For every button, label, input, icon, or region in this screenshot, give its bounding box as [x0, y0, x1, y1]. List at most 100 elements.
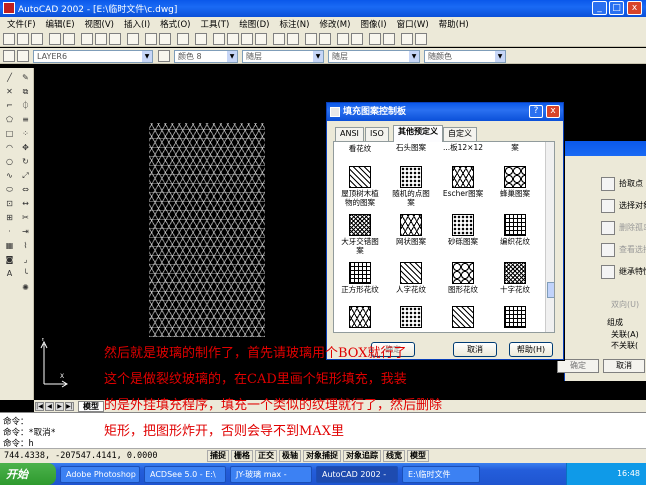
polygon-icon[interactable]: ⬠	[4, 114, 15, 125]
cut-icon[interactable]	[81, 33, 93, 45]
trim-icon[interactable]: ✂	[20, 212, 31, 223]
print-icon[interactable]	[49, 33, 61, 45]
close-button[interactable]: x	[627, 1, 642, 15]
bg-ok-button[interactable]: 确定	[557, 359, 599, 373]
plotstyle-dropdown[interactable]: 随颜色	[424, 50, 506, 63]
dialog-close-icon[interactable]: x	[546, 105, 560, 118]
dialog-help-button[interactable]: 帮助(H)	[509, 342, 553, 357]
design-center-icon[interactable]	[287, 33, 299, 45]
associative-radio[interactable]: 关联(A)	[611, 329, 639, 340]
pattern-item[interactable]: 新编花纹 石头图案	[386, 142, 436, 152]
inherit-properties-label[interactable]: 继承特性	[619, 266, 646, 277]
polyline-icon[interactable]: ⌐	[4, 100, 15, 111]
save-icon[interactable]	[31, 33, 43, 45]
task-autocad[interactable]: AutoCAD 2002 -	[316, 465, 398, 483]
polar-toggle[interactable]: 极轴	[279, 450, 301, 462]
osnap-toggle[interactable]: 对象捕捉	[303, 450, 341, 462]
pattern-item[interactable]	[386, 306, 436, 329]
snap-toggle[interactable]: 捕捉	[207, 450, 229, 462]
select-objects-icon[interactable]	[601, 199, 615, 213]
menu-tools[interactable]: 工具(T)	[195, 18, 234, 30]
menu-draw[interactable]: 绘图(D)	[234, 18, 274, 30]
menu-view[interactable]: 视图(V)	[80, 18, 119, 30]
tab-iso[interactable]: ISO	[365, 127, 389, 141]
view-selections-label[interactable]: 查看选择集	[619, 244, 646, 255]
erase-icon[interactable]: ✎	[20, 72, 31, 83]
pattern-item[interactable]: 大牙交错图 案	[335, 214, 385, 255]
task-explorer[interactable]: E:\临时文件	[402, 465, 480, 483]
menu-help[interactable]: 帮助(H)	[434, 18, 474, 30]
start-button[interactable]: 开始	[0, 463, 56, 485]
task-max[interactable]: JY-玻璃 max -	[230, 465, 312, 483]
minimize-button[interactable]: _	[592, 1, 607, 15]
inherit-properties-icon[interactable]	[601, 265, 615, 279]
layers-icon[interactable]	[415, 33, 427, 45]
pattern-item[interactable]: 看花纹	[335, 144, 385, 153]
lights-icon[interactable]	[319, 33, 331, 45]
pattern-item[interactable]: 随机的点图 案	[386, 166, 436, 207]
linetype-dropdown[interactable]: 随层	[242, 50, 324, 63]
tab-other-predefined[interactable]: 其他预定义	[393, 125, 443, 142]
rectangle-icon[interactable]: □	[4, 128, 15, 139]
menu-image[interactable]: 图像(I)	[355, 18, 391, 30]
scale-icon[interactable]: ⤢	[20, 170, 31, 181]
pattern-item[interactable]: 21×12铺木纹 ...板12×12	[438, 142, 488, 152]
fillet-icon[interactable]: ╰	[20, 268, 31, 279]
pattern-item[interactable]: 蜂巢图案	[490, 166, 540, 198]
zoom-window-icon[interactable]	[241, 33, 253, 45]
ortho-toggle[interactable]: 正交	[255, 450, 277, 462]
circle-icon[interactable]: ○	[4, 156, 15, 167]
new-icon[interactable]	[3, 33, 15, 45]
dialog-help-icon[interactable]: ?	[529, 105, 543, 118]
make-current-icon[interactable]	[158, 50, 170, 62]
break-icon[interactable]: ⌇	[20, 240, 31, 251]
insert-block-icon[interactable]: ⊡	[4, 198, 15, 209]
extend-icon[interactable]: ⇥	[20, 226, 31, 237]
pattern-item[interactable]: 网状图案	[386, 214, 436, 246]
remove-islands-icon[interactable]	[601, 221, 615, 235]
pattern-item[interactable]: 模板素材图 案	[490, 142, 540, 152]
tab-ansi[interactable]: ANSI	[335, 127, 364, 141]
nonassociative-radio[interactable]: 不关联(	[611, 340, 638, 351]
pattern-item[interactable]: 十字花纹	[490, 262, 540, 294]
next-tab-icon[interactable]: ▶	[55, 401, 64, 411]
pattern-scrollbar[interactable]	[545, 142, 554, 332]
layer-manager-icon[interactable]	[3, 50, 15, 62]
pattern-item[interactable]: Escher图案	[438, 166, 488, 198]
layer-dropdown[interactable]: LAYER6	[33, 50, 153, 63]
copy-object-icon[interactable]: ⧉	[20, 86, 31, 97]
hatched-rectangle[interactable]	[149, 123, 265, 337]
pattern-item[interactable]: 人字花纹	[386, 262, 436, 294]
lineweight-dropdown[interactable]: 随层	[328, 50, 420, 63]
menu-modify[interactable]: 修改(M)	[314, 18, 355, 30]
array-icon[interactable]: ⁘	[20, 128, 31, 139]
scene-icon[interactable]	[337, 33, 349, 45]
menu-file[interactable]: 文件(F)	[2, 18, 41, 30]
open-icon[interactable]	[17, 33, 29, 45]
pattern-item[interactable]: 砂砾图案	[438, 214, 488, 246]
photoshop-icon[interactable]	[195, 33, 207, 45]
select-objects-label[interactable]: 选择对象	[619, 200, 646, 211]
remove-islands-label[interactable]: 删除孤岛	[619, 222, 646, 233]
task-photoshop[interactable]: Adobe Photoshop	[60, 465, 140, 483]
stretch-icon[interactable]: ⇔	[20, 184, 31, 195]
view-selections-icon[interactable]	[601, 243, 615, 257]
paste-icon[interactable]	[109, 33, 121, 45]
prev-tab-icon[interactable]: ◀	[45, 401, 54, 411]
shade-icon[interactable]	[369, 33, 381, 45]
make-block-icon[interactable]: ⊞	[4, 212, 15, 223]
pattern-item[interactable]: 正方形花纹	[335, 262, 385, 294]
materials-icon[interactable]	[351, 33, 363, 45]
otrack-toggle[interactable]: 对象追踪	[343, 450, 381, 462]
redo-icon[interactable]	[159, 33, 171, 45]
offset-icon[interactable]: ≡	[20, 114, 31, 125]
arc-icon[interactable]: ◠	[4, 142, 15, 153]
ellipse-icon[interactable]: ⬭	[4, 184, 15, 195]
grid-toggle[interactable]: 栅格	[231, 450, 253, 462]
pattern-item[interactable]: 图形花纹	[438, 262, 488, 294]
menu-insert[interactable]: 插入(I)	[119, 18, 155, 30]
region-icon[interactable]: ◙	[4, 254, 15, 265]
dialog-cancel-button[interactable]: 取消	[453, 342, 497, 357]
pattern-item[interactable]	[490, 306, 540, 329]
double-checkbox[interactable]: 双向(U)	[611, 299, 639, 310]
